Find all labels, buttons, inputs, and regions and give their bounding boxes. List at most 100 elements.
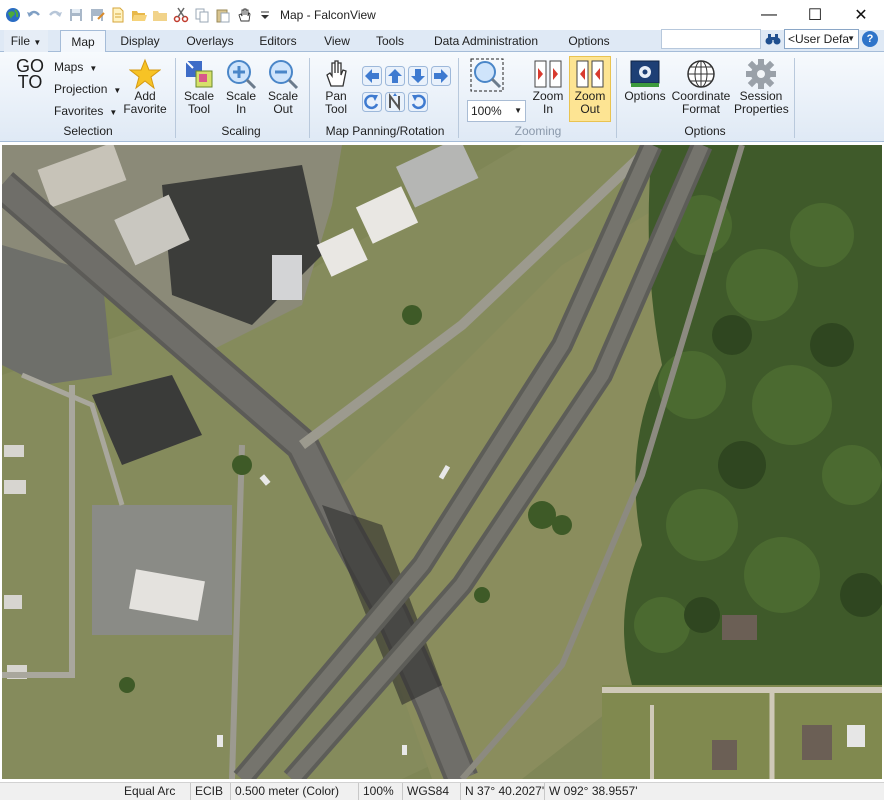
tab-overlays[interactable]: Overlays [178, 30, 242, 52]
pan-tool-label-line2: Tool [324, 102, 347, 116]
tab-editors[interactable]: Editors [252, 30, 304, 52]
close-button[interactable]: ✕ [838, 0, 884, 30]
tab-display[interactable]: Display [112, 30, 168, 52]
pan-right-icon[interactable] [431, 66, 451, 86]
pan-tool-button[interactable]: Pan Tool [318, 58, 354, 116]
group-separator [616, 58, 617, 138]
save-icon[interactable] [67, 6, 85, 24]
options-screen-icon [630, 60, 660, 87]
scale-tool-label-line2: Tool [187, 102, 210, 116]
tab-data-administration[interactable]: Data Administration [424, 30, 548, 52]
cut-icon[interactable] [172, 6, 190, 24]
status-bar: Equal Arc ECIB 0.500 meter (Color) 100% … [0, 782, 884, 800]
rotate-clockwise-icon[interactable] [408, 92, 428, 112]
group-separator [794, 58, 795, 138]
title-bar: Map - FalconView — ☐ ✕ [0, 0, 884, 30]
zoom-out-button[interactable]: Zoom Out [570, 58, 610, 116]
folder-icon[interactable] [151, 6, 169, 24]
tab-file[interactable]: File ▼ [4, 30, 48, 52]
zoom-out-label-line2: Out [580, 102, 600, 116]
tab-view[interactable]: View [316, 30, 358, 52]
ribbon-search-input[interactable] [661, 29, 761, 49]
tab-tools[interactable]: Tools [368, 30, 412, 52]
user-profile-select[interactable]: <User Defa ▼ [784, 29, 859, 49]
undo-icon[interactable] [25, 6, 43, 24]
binoculars-icon[interactable] [765, 31, 781, 47]
quick-access-toolbar [0, 6, 274, 24]
scale-in-label-line2: In [235, 102, 246, 116]
options-group-label: Options [684, 124, 726, 138]
scaling-group-label: Scaling [221, 124, 261, 138]
add-favorite-button[interactable]: Add Favorite [122, 58, 168, 116]
scale-tool-button[interactable]: Scale Tool [180, 58, 218, 116]
globe-icon[interactable] [4, 6, 22, 24]
add-favorite-label-line2: Favorite [123, 102, 167, 116]
pan-left-icon[interactable] [362, 66, 382, 86]
session-properties-button[interactable]: Session Properties [734, 58, 789, 116]
selection-group-label: Selection [63, 124, 113, 138]
new-document-icon[interactable] [109, 6, 127, 24]
chevron-down-icon: ▼ [33, 38, 42, 47]
customize-dropdown-icon[interactable] [256, 6, 274, 24]
open-folder-icon[interactable] [130, 6, 148, 24]
tab-options[interactable]: Options [560, 30, 618, 52]
zoom-minus-icon [269, 60, 299, 90]
group-separator [309, 58, 310, 138]
status-datum: WGS84 [402, 783, 460, 800]
copy-icon[interactable] [193, 6, 211, 24]
zoom-in-icon [534, 60, 562, 88]
status-resolution: 0.500 meter (Color) [230, 783, 358, 800]
map-panning-group-label: Map Panning/Rotation [325, 124, 445, 138]
scale-out-button[interactable]: Scale Out [264, 58, 302, 116]
window-title: Map - FalconView [280, 8, 376, 22]
gear-icon [746, 59, 776, 89]
maximize-button[interactable]: ☐ [792, 0, 838, 30]
zoom-rectangle-icon [470, 58, 504, 92]
status-zoom: 100% [358, 783, 402, 800]
help-icon[interactable]: ? [862, 31, 878, 47]
zoom-in-label-line2: In [542, 102, 553, 116]
chevron-down-icon: ▼ [847, 34, 855, 43]
rotate-counterclockwise-icon[interactable] [362, 92, 382, 112]
projection-menu[interactable]: Projection ▼ [54, 82, 121, 96]
globe-grid-icon [687, 60, 715, 88]
status-longitude: W 092° 38.9557' [544, 783, 654, 800]
group-separator [175, 58, 176, 138]
zoom-in-button[interactable]: Zoom In [528, 58, 568, 116]
scale-out-label-line2: Out [273, 102, 293, 116]
paste-icon[interactable] [214, 6, 232, 24]
options-button[interactable]: Options [622, 58, 668, 103]
minimize-button[interactable]: — [746, 0, 792, 30]
chevron-down-icon: ▼ [89, 64, 98, 73]
zoom-plus-icon [227, 60, 257, 90]
pan-up-icon[interactable] [385, 66, 405, 86]
coordinate-format-button[interactable]: Coordinate Format [670, 58, 732, 116]
pan-down-icon[interactable] [408, 66, 428, 86]
scale-tool-icon [185, 60, 213, 88]
save-as-icon[interactable] [88, 6, 106, 24]
map-view[interactable] [2, 145, 882, 779]
group-separator [458, 58, 459, 138]
ribbon-panel: GO TO Maps ▼ Projection ▼ Favorites ▼ Add F… [0, 52, 884, 142]
status-projection: Equal Arc [124, 784, 176, 798]
favorites-menu[interactable]: Favorites ▼ [54, 104, 117, 118]
zoom-percent-select[interactable]: 100% ▼ [467, 100, 526, 122]
hand-icon[interactable] [235, 6, 253, 24]
pan-hand-icon [326, 60, 347, 87]
status-latitude: N 37° 40.2027' [460, 783, 544, 800]
maps-menu[interactable]: Maps ▼ [54, 60, 97, 74]
zoom-tool-button[interactable] [468, 58, 506, 92]
zooming-group-label: Zooming [514, 124, 562, 138]
window-controls: — ☐ ✕ [746, 0, 884, 30]
scale-in-button[interactable]: Scale In [222, 58, 260, 116]
goto-button[interactable]: GO TO [12, 57, 48, 91]
zoom-out-icon [576, 60, 604, 88]
chevron-down-icon: ▼ [109, 108, 118, 117]
options-label: Options [624, 89, 666, 103]
chevron-down-icon: ▼ [113, 86, 122, 95]
satellite-imagery [2, 145, 882, 779]
redo-icon[interactable] [46, 6, 64, 24]
north-up-icon[interactable] [385, 92, 405, 112]
coordinate-format-label-line2: Format [681, 102, 720, 116]
tab-map[interactable]: Map [60, 30, 106, 53]
